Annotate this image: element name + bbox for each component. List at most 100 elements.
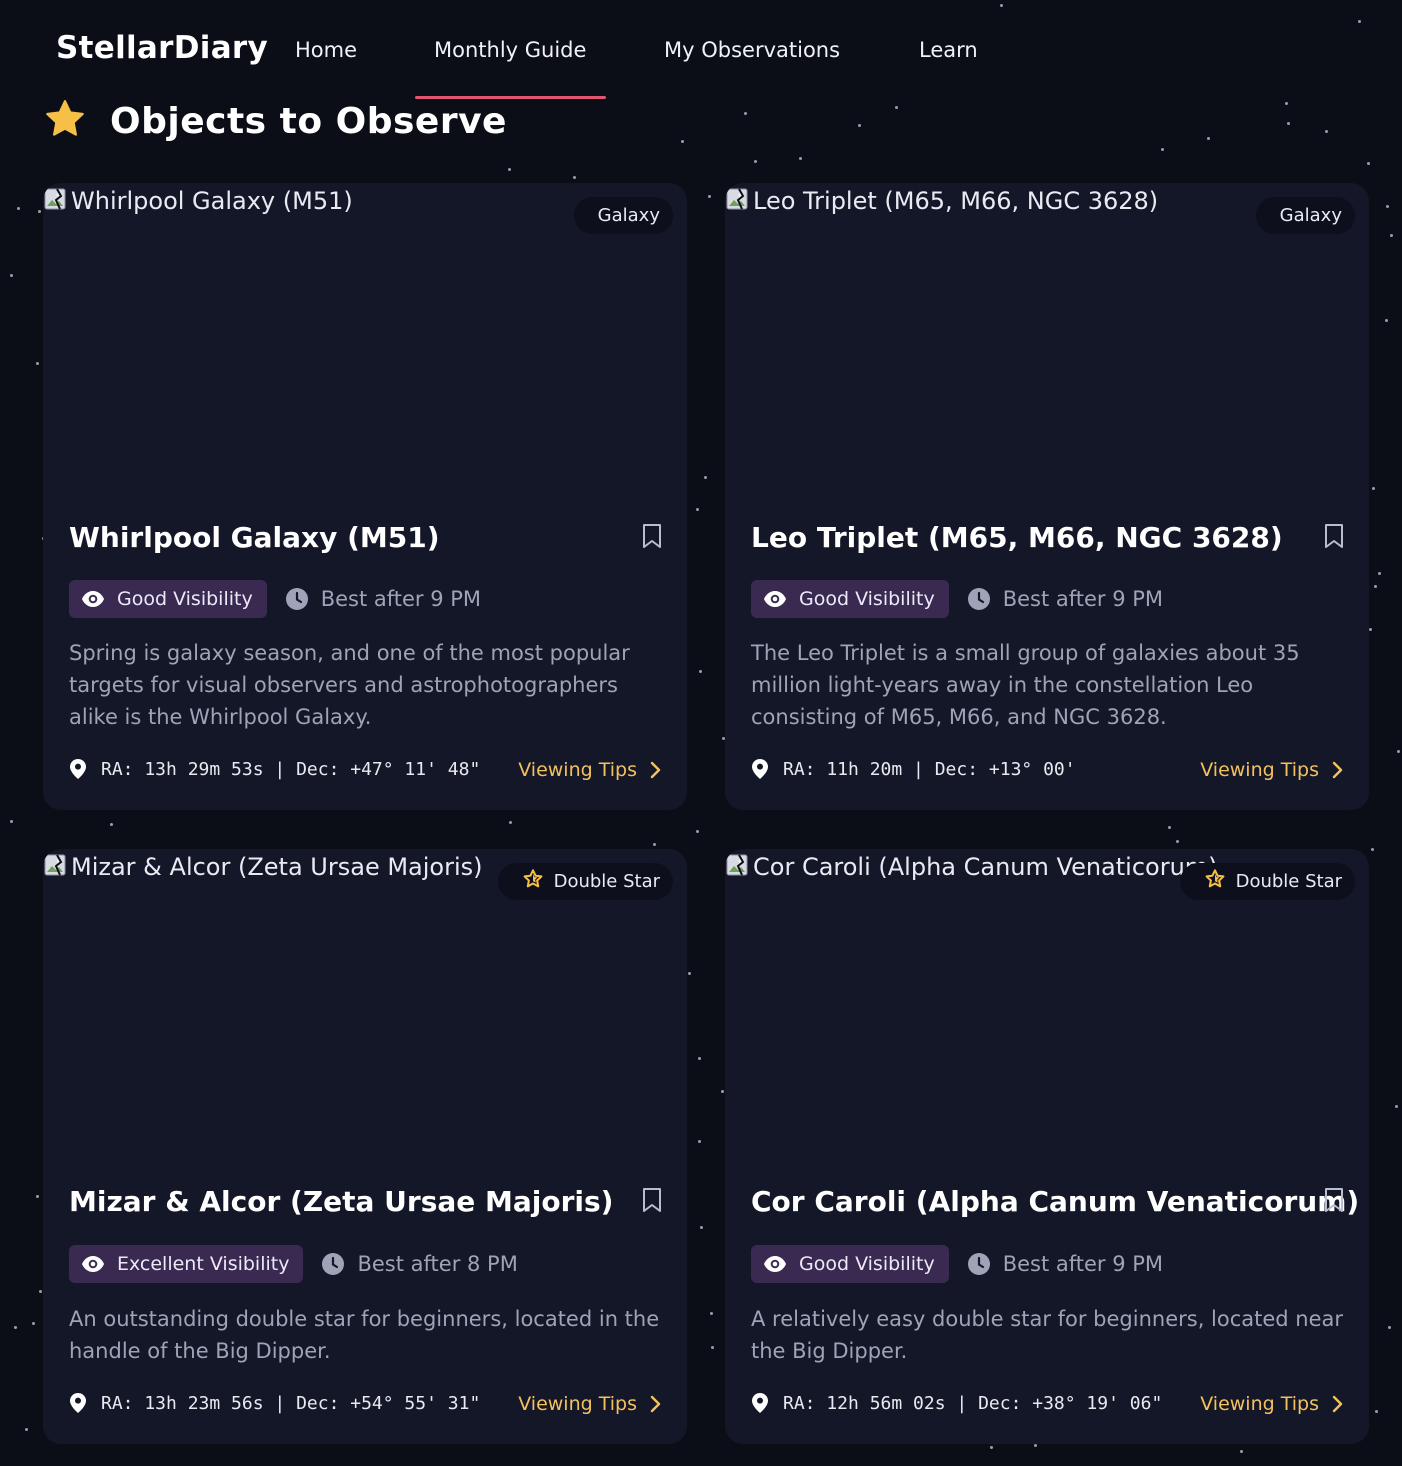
object-card[interactable]: Leo Triplet (M65, M66, NGC 3628) Galaxy … [725,183,1369,810]
background-star [696,830,699,833]
viewing-tips-link[interactable]: Viewing Tips [518,1393,661,1415]
coordinates-text: RA: 13h 29m 53s | Dec: +47° 11' 48" [101,758,481,780]
bookmark-icon[interactable] [1323,523,1345,549]
clock-icon [967,1253,990,1275]
viewing-tips-label: Viewing Tips [1200,1393,1319,1415]
best-time: Best after 9 PM [967,587,1163,611]
clock-icon [285,588,308,610]
object-image: Whirlpool Galaxy (M51) Galaxy [43,183,687,501]
visibility-badge: Excellent Visibility [69,1245,304,1283]
background-star [895,106,898,109]
logo[interactable]: StellarDiary [56,30,268,66]
background-star [36,1195,39,1198]
coordinates: RA: 13h 23m 56s | Dec: +54° 55' 31" [69,1392,480,1414]
bookmark-icon[interactable] [1323,1187,1345,1213]
background-star [508,168,511,171]
background-star [708,195,711,198]
background-star [700,1226,703,1229]
background-star [744,112,747,115]
background-star [1371,848,1374,851]
best-time: Best after 9 PM [967,1252,1163,1276]
visibility-badge: Good Visibility [751,1245,949,1283]
background-star [17,207,20,210]
visibility-label: Good Visibility [799,588,935,610]
background-star [698,1057,701,1060]
viewing-tips-label: Viewing Tips [518,759,637,781]
background-star [1388,1326,1391,1329]
visibility-label: Good Visibility [117,588,253,610]
viewing-tips-link[interactable]: Viewing Tips [518,759,661,781]
broken-image-icon [726,188,748,210]
viewing-tips-link[interactable]: Viewing Tips [1200,759,1343,781]
broken-image-icon [726,854,748,876]
background-star [711,1346,714,1349]
nav-item-learn[interactable]: Learn [919,38,978,62]
chevron-right-icon [1332,1395,1343,1413]
background-star [38,210,41,213]
object-title: Leo Triplet (M65, M66, NGC 3628) [751,521,1283,554]
broken-image-icon [44,188,66,210]
background-star [653,843,656,846]
object-title: Cor Caroli (Alpha Canum Venaticorum) [751,1185,1360,1218]
coordinates-text: RA: 11h 20m | Dec: +13° 00' [783,758,1076,780]
category-badge-label: Double Star [553,871,660,892]
background-star [1372,487,1375,490]
background-star [1367,162,1370,165]
background-star [1176,840,1179,843]
viewing-tips-link[interactable]: Viewing Tips [1200,1393,1343,1415]
best-time-label: Best after 8 PM [357,1252,518,1276]
image-alt-text: Mizar & Alcor (Zeta Ursae Majoris) [71,853,483,881]
chevron-right-icon [650,761,661,779]
bookmark-icon[interactable] [641,1187,663,1213]
image-alt-text: Cor Caroli (Alpha Canum Venaticorum) [753,853,1218,881]
visibility-badge: Good Visibility [69,580,267,618]
background-star [509,821,512,824]
chevron-right-icon [1332,761,1343,779]
background-star [1168,826,1171,829]
background-star [696,508,699,511]
nav-item-my-observations[interactable]: My Observations [664,38,840,62]
background-star [858,124,861,127]
coordinates-text: RA: 13h 23m 56s | Dec: +54° 55' 31" [101,1392,481,1414]
background-star [1374,585,1377,588]
category-badge: Galaxy [1255,197,1355,234]
object-description: An outstanding double star for beginners… [69,1307,660,1363]
star-outline-icon [522,868,544,895]
category-badge: Double Star [497,863,673,900]
location-pin-icon [752,1393,768,1413]
best-time: Best after 8 PM [321,1252,518,1276]
background-star [1369,628,1372,631]
object-card[interactable]: Cor Caroli (Alpha Canum Venaticorum) Dou… [725,849,1369,1444]
viewing-tips-label: Viewing Tips [518,1393,637,1415]
background-star [990,1446,993,1449]
broken-image-icon [44,854,66,876]
background-star [25,1428,28,1431]
background-star [39,1290,42,1293]
object-card[interactable]: Whirlpool Galaxy (M51) Galaxy Whirlpool … [43,183,687,810]
object-card[interactable]: Mizar & Alcor (Zeta Ursae Majoris) Doubl… [43,849,687,1444]
background-star [698,1140,701,1143]
coordinates: RA: 11h 20m | Dec: +13° 00' [751,758,1076,780]
page: StellarDiary Home Monthly Guide My Obser… [0,0,1402,1466]
bookmark-icon[interactable] [641,523,663,549]
nav-item-monthly-guide[interactable]: Monthly Guide [434,38,586,62]
background-star [699,670,702,673]
background-star [10,274,13,277]
background-star [799,157,802,160]
background-star [1034,1444,1037,1447]
observation-meta: Good Visibility Best after 9 PM [69,580,481,618]
object-description: A relatively easy double star for beginn… [751,1307,1344,1363]
background-star [14,1326,17,1329]
location-pin-icon [752,759,768,779]
nav-item-home[interactable]: Home [295,38,357,62]
observation-meta: Good Visibility Best after 9 PM [751,1245,1163,1283]
background-star [721,1090,724,1093]
category-badge: Double Star [1179,863,1355,900]
background-star [1395,1105,1398,1108]
background-star [1287,122,1290,125]
star-outline-icon [1204,868,1226,895]
background-star [1378,572,1381,575]
background-star [110,823,113,826]
object-description: Spring is galaxy season, and one of the … [69,641,630,729]
background-star [710,1312,713,1315]
